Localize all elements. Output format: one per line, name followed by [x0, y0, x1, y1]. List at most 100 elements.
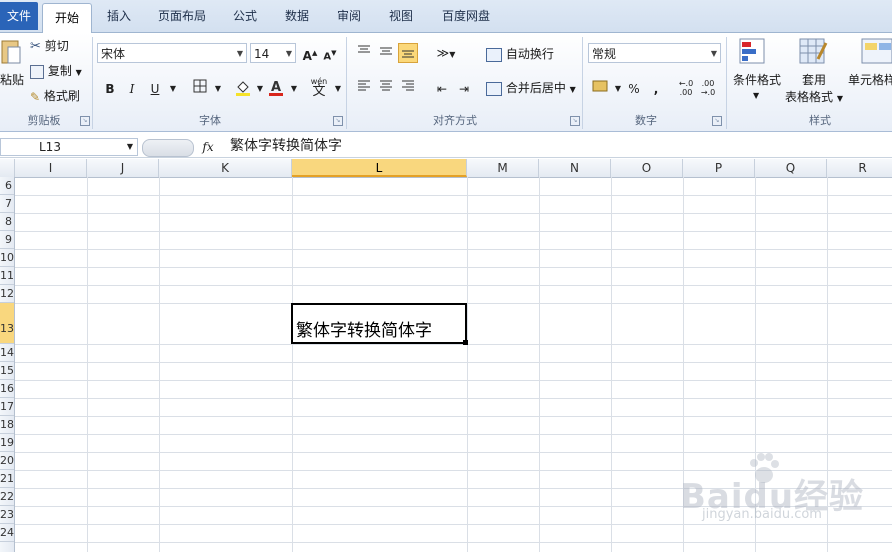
tab-view[interactable]: 视图 [378, 0, 424, 32]
row-header[interactable]: 10 [0, 249, 14, 267]
tab-data[interactable]: 数据 [274, 0, 320, 32]
tab-file[interactable]: 文件 [0, 2, 38, 30]
row-header[interactable]: 11 [0, 267, 14, 285]
row-header[interactable]: 12 [0, 285, 14, 303]
decrease-indent-icon[interactable]: ⇤ [432, 79, 452, 99]
font-name-select[interactable]: 宋体 ▼ [97, 43, 247, 63]
row-header[interactable]: 22 [0, 488, 14, 506]
chevron-down-icon[interactable]: ▼ [753, 87, 759, 105]
column-header[interactable]: N [539, 159, 611, 177]
paste-icon[interactable] [0, 37, 22, 67]
fill-handle[interactable] [463, 340, 468, 345]
percent-button[interactable]: % [624, 79, 644, 99]
align-middle-icon[interactable] [376, 43, 396, 63]
select-all-corner[interactable] [0, 159, 15, 177]
column-header[interactable]: Q [755, 159, 827, 177]
row-header[interactable]: 16 [0, 380, 14, 398]
borders-icon[interactable] [190, 79, 210, 99]
format-as-table-icon[interactable] [798, 37, 828, 70]
row-header[interactable]: 9 [0, 231, 14, 249]
align-bottom-icon[interactable] [398, 43, 418, 63]
row-header[interactable]: 7 [0, 195, 14, 213]
cut-button[interactable]: ✂ 剪切 [30, 37, 69, 56]
increase-decimal-icon[interactable]: ←.0.00 [676, 79, 696, 99]
tab-home[interactable]: 开始 [42, 3, 92, 34]
tab-review[interactable]: 审阅 [326, 0, 372, 32]
clipboard-launcher-icon[interactable]: ↘ [80, 116, 90, 126]
merge-icon [486, 81, 502, 96]
number-launcher-icon[interactable]: ↘ [712, 116, 722, 126]
increase-indent-icon[interactable]: ⇥ [454, 79, 474, 99]
row-header[interactable]: 18 [0, 416, 14, 434]
tab-insert[interactable]: 插入 [96, 0, 142, 32]
row-header[interactable]: 23 [0, 506, 14, 524]
grid-line [15, 380, 892, 381]
currency-icon[interactable] [590, 79, 610, 99]
format-painter-button[interactable]: ✎ 格式刷 [30, 87, 80, 106]
row-header[interactable]: 21 [0, 470, 14, 488]
column-header[interactable]: I [15, 159, 87, 177]
align-left-icon[interactable] [354, 79, 374, 99]
align-right-icon[interactable] [398, 79, 418, 99]
shrink-font-icon[interactable]: A▼ [320, 43, 340, 63]
font-launcher-icon[interactable]: ↘ [333, 116, 343, 126]
number-format-select[interactable]: 常规 ▼ [588, 43, 721, 63]
grow-font-icon[interactable]: A▲ [300, 43, 320, 63]
row-header[interactable]: 17 [0, 398, 14, 416]
underline-button[interactable]: U [145, 79, 165, 99]
row-header[interactable]: 19 [0, 434, 14, 452]
orientation-icon[interactable]: ≫▼ [432, 43, 460, 63]
phonetic-guide-icon[interactable]: wén 文 [308, 77, 330, 98]
row-header[interactable]: 14 [0, 344, 14, 362]
underline-dropdown-icon[interactable]: ▼ [163, 79, 183, 99]
align-center-icon[interactable] [376, 79, 396, 99]
paste-button[interactable]: 粘贴 [0, 71, 24, 89]
cut-label: 剪切 [44, 39, 69, 53]
borders-dropdown-icon[interactable]: ▼ [208, 79, 228, 99]
chevron-down-icon: ▼ [710, 49, 717, 58]
insert-function-button[interactable]: fx [198, 138, 218, 156]
row-header[interactable]: 20 [0, 452, 14, 470]
align-top-icon[interactable] [354, 43, 374, 63]
decrease-decimal-icon[interactable]: .00 →.0 [698, 79, 718, 99]
column-header[interactable]: P [683, 159, 755, 177]
bold-button[interactable]: B [100, 79, 120, 99]
formula-bar-resize-handle[interactable] [142, 139, 194, 157]
column-header[interactable]: M [467, 159, 539, 177]
column-header[interactable]: K [159, 159, 292, 177]
font-size-select[interactable]: 14 ▼ [250, 43, 296, 63]
conditional-formatting-icon[interactable] [738, 37, 766, 70]
tab-formulas[interactable]: 公式 [222, 0, 268, 32]
formula-input[interactable]: 繁体字转换简体字 [222, 135, 342, 157]
format-as-table-button[interactable]: 表格格式 ▼ [785, 88, 843, 108]
chevron-down-icon[interactable]: ▼ [127, 139, 133, 155]
copy-button[interactable]: 复制 ▼ [30, 62, 82, 82]
merge-center-button[interactable]: 合并后居中 ▼ [486, 79, 576, 99]
clipboard-group-label: 剪贴板 [27, 114, 61, 127]
grid-line [15, 267, 892, 268]
wrap-text-button[interactable]: 自动换行 [486, 45, 554, 63]
tab-baidu-netdisk[interactable]: 百度网盘 [432, 0, 500, 32]
comma-button[interactable]: , [646, 79, 666, 99]
name-box[interactable]: L13 ▼ [0, 138, 138, 156]
font-color-dropdown-icon[interactable]: ▼ [284, 79, 304, 99]
cell-styles-button[interactable]: 单元格样 [848, 71, 892, 89]
row-header[interactable]: 24 [0, 524, 14, 542]
alignment-launcher-icon[interactable]: ↘ [570, 116, 580, 126]
column-header[interactable]: R [827, 159, 892, 177]
cell-styles-icon[interactable] [860, 37, 892, 70]
column-header-selected[interactable]: L [292, 159, 467, 177]
font-color-icon[interactable]: A [266, 79, 286, 99]
phonetic-dropdown-icon[interactable]: ▼ [328, 79, 348, 99]
baidu-watermark: Baidu经验 [680, 453, 864, 517]
tab-page-layout[interactable]: 页面布局 [148, 0, 216, 32]
column-header[interactable]: J [87, 159, 159, 177]
row-header[interactable]: 6 [0, 177, 14, 195]
row-header[interactable]: 8 [0, 213, 14, 231]
grid-line [15, 249, 892, 250]
row-header[interactable]: 15 [0, 362, 14, 380]
italic-button[interactable]: I [122, 79, 142, 99]
row-header-selected[interactable]: 13 [0, 303, 14, 344]
format-as-table-line1[interactable]: 套用 [802, 71, 826, 89]
column-header[interactable]: O [611, 159, 683, 177]
